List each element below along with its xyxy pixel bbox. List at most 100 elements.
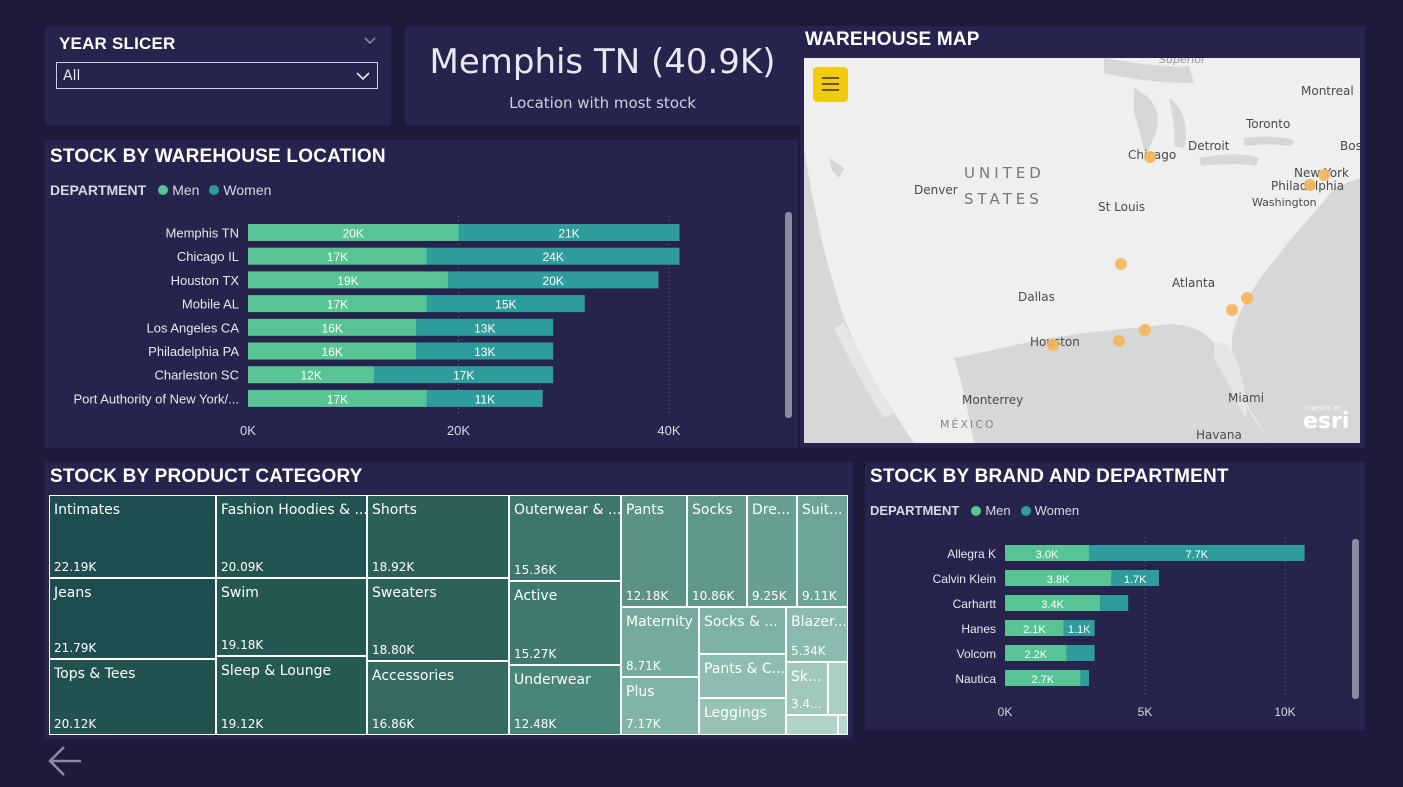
treemap-cell-active[interactable]: Active 15.27K <box>509 581 621 665</box>
treemap-cell-blazer[interactable]: Blazer... 5.34K <box>786 607 848 662</box>
data-label-women-chicago-il: 24K <box>543 250 564 264</box>
treemap-value: 9.11K <box>802 589 837 603</box>
treemap-label: Swim <box>221 585 259 601</box>
map-point-charleston[interactable] <box>1241 292 1253 304</box>
treemap-value: 15.36K <box>514 563 557 577</box>
treemap-value: 19.12K <box>221 717 264 731</box>
map-point-philadelphia[interactable] <box>1304 179 1316 191</box>
back-arrow-icon[interactable] <box>47 744 83 778</box>
data-label-men-charleston-sc: 12K <box>300 369 321 383</box>
treemap-cell-shorts[interactable]: Shorts 18.92K <box>367 495 509 578</box>
treemap-label: Outerwear & ... <box>514 502 621 518</box>
treemap-cell-pants-c[interactable]: Pants & C... <box>699 654 786 698</box>
map-point-new-orleans[interactable] <box>1113 335 1125 347</box>
data-label-men-chicago-il: 17K <box>327 250 348 264</box>
warehouse-chart-panel: STOCK BY WAREHOUSE LOCATION DEPARTMENT M… <box>45 140 798 448</box>
treemap-cell-sweaters[interactable]: Sweaters 18.80K <box>367 578 509 661</box>
bar-women-nautica[interactable] <box>1080 670 1089 686</box>
map-label-states: STATES <box>964 190 1043 208</box>
treemap-label: Sleep & Lounge <box>221 663 332 679</box>
treemap-cell-underwear[interactable]: Underwear 12.48K <box>509 665 621 735</box>
treemap-label: Blazer... <box>791 614 847 630</box>
category-label-philadelphia-pa: Philadelphia PA <box>148 344 239 359</box>
x-tick-label: 20K <box>447 423 470 438</box>
treemap-cell-jeans[interactable]: Jeans 21.79K <box>49 578 216 659</box>
treemap-cell[interactable] <box>828 662 848 715</box>
treemap-cell-suit[interactable]: Suit... 9.11K <box>797 495 848 607</box>
treemap-label: Intimates <box>54 502 120 518</box>
treemap-cell-outerwear[interactable]: Outerwear & ... 15.36K <box>509 495 621 581</box>
treemap-cell-socks[interactable]: Socks & ... <box>699 607 786 654</box>
map-point-memphis[interactable] <box>1115 258 1127 270</box>
data-label-men-los-angeles-ca: 16K <box>322 321 343 335</box>
treemap-value: 10.86K <box>692 589 735 603</box>
map-label-denver: Denver <box>914 183 958 197</box>
treemap-cell-pants[interactable]: Pants 12.18K <box>621 495 687 607</box>
map-point-new-york[interactable] <box>1318 169 1330 181</box>
treemap-cell-plus[interactable]: Plus 7.17K <box>621 677 699 735</box>
treemap-cell-dre[interactable]: Dre... 9.25K <box>747 495 797 607</box>
category-chart-title: STOCK BY PRODUCT CATEGORY <box>50 466 363 487</box>
category-label-nautica: Nautica <box>955 672 996 686</box>
menu-icon <box>822 77 839 91</box>
treemap-cell-socks[interactable]: Socks 10.86K <box>687 495 747 607</box>
data-label-men-houston-tx: 19K <box>337 274 358 288</box>
bar-women-volcom[interactable] <box>1066 645 1095 661</box>
year-dropdown[interactable]: All <box>56 62 378 89</box>
treemap-value: 22.19K <box>54 560 97 574</box>
treemap-label: Suit... <box>802 502 843 518</box>
treemap-cell[interactable] <box>838 715 848 735</box>
treemap-label: Jeans <box>54 585 92 601</box>
data-label-women-philadelphia-pa: 13K <box>474 345 495 359</box>
treemap-value: 18.80K <box>372 643 415 657</box>
treemap-value: 20.09K <box>221 560 264 574</box>
treemap-cell[interactable] <box>786 715 838 735</box>
map-point-houston[interactable] <box>1047 339 1059 351</box>
map-label-st-louis: St Louis <box>1098 200 1146 214</box>
data-label-men-calvin-klein: 3.8K <box>1047 574 1070 586</box>
treemap-label: Accessories <box>372 668 455 684</box>
map-title: WAREHOUSE MAP <box>805 29 980 50</box>
data-label-men-port-authority-of-new-york: 17K <box>327 392 348 406</box>
kpi-card: Memphis TN (40.9K) Location with most st… <box>405 26 800 125</box>
map-label-washington: Washington <box>1252 196 1317 209</box>
warehouse-scrollbar[interactable] <box>785 212 792 418</box>
map-label-dallas: Dallas <box>1018 290 1055 304</box>
map-menu-button[interactable] <box>813 67 848 102</box>
data-label-men-allegra-k: 3.0K <box>1036 549 1059 561</box>
map-label-mexico: MÉXICO <box>940 418 996 431</box>
x-tick-label: 5K <box>1138 705 1153 719</box>
data-label-women-port-authority-of-new-york: 11K <box>475 392 495 406</box>
category-label-allegra-k: Allegra K <box>947 547 996 561</box>
data-label-women-memphis-tn: 21K <box>558 227 579 241</box>
map-point-chicago[interactable] <box>1144 151 1156 163</box>
treemap-cell-tops-tees[interactable]: Tops & Tees 20.12K <box>49 659 216 735</box>
treemap-value: 18.92K <box>372 560 415 574</box>
warehouse-map[interactable]: Superior Montreal Toronto Bos Chicago De… <box>804 58 1360 443</box>
treemap-cell-maternity[interactable]: Maternity 8.71K <box>621 607 699 677</box>
brand-scrollbar[interactable] <box>1352 539 1359 699</box>
map-label-montreal: Montreal <box>1301 84 1354 98</box>
treemap-label: Dre... <box>752 502 791 518</box>
map-point-savannah[interactable] <box>1226 304 1238 316</box>
treemap-value: 12.48K <box>514 717 557 731</box>
treemap-cell-intimates[interactable]: Intimates 22.19K <box>49 495 216 578</box>
treemap-value: 9.25K <box>752 589 787 603</box>
chevron-down-icon <box>356 72 370 81</box>
data-label-women-calvin-klein: 1.7K <box>1124 574 1147 586</box>
bar-women-carhartt[interactable] <box>1100 595 1129 611</box>
treemap-cell-swim[interactable]: Swim 19.18K <box>216 578 367 656</box>
treemap-cell-sleep-lounge[interactable]: Sleep & Lounge 19.12K <box>216 656 367 735</box>
category-label-calvin-klein: Calvin Klein <box>933 572 996 586</box>
treemap-label: Socks <box>692 502 733 518</box>
map-point-mobile[interactable] <box>1139 324 1151 336</box>
treemap-label: Maternity <box>626 614 693 630</box>
treemap-cell-sk[interactable]: Sk... 3.4... <box>786 662 828 715</box>
slicer-chevron-icon[interactable] <box>363 36 377 46</box>
category-label-houston-tx: Houston TX <box>171 273 240 288</box>
treemap-cell-fashion-hoodies[interactable]: Fashion Hoodies & ... 20.09K <box>216 495 367 578</box>
treemap-cell-leggings[interactable]: Leggings <box>699 698 786 735</box>
treemap-cell-accessories[interactable]: Accessories 16.86K <box>367 661 509 735</box>
map-label-monterrey: Monterrey <box>962 393 1024 407</box>
map-label-detroit: Detroit <box>1188 139 1230 153</box>
